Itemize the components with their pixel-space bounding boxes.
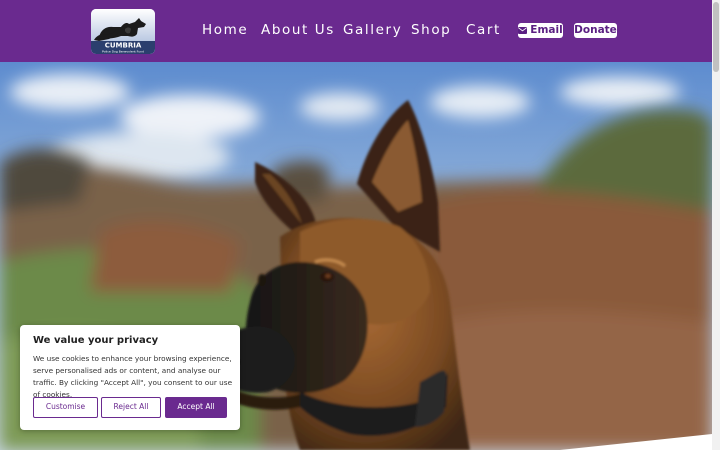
nav-about-us[interactable]: About Us bbox=[261, 22, 335, 38]
cookie-consent-banner: We value your privacy We use cookies to … bbox=[20, 325, 240, 430]
donate-button[interactable]: Donate bbox=[574, 23, 617, 38]
logo-title: CUMBRIA bbox=[105, 42, 142, 50]
nav-shop[interactable]: Shop bbox=[411, 22, 451, 38]
nav-home[interactable]: Home bbox=[202, 22, 248, 38]
page-scrollbar[interactable] bbox=[712, 0, 720, 450]
cookie-banner-title: We value your privacy bbox=[33, 335, 159, 346]
nav-cart[interactable]: Cart bbox=[466, 22, 501, 38]
site-logo[interactable]: CUMBRIA Police Dog Benevolent Fund bbox=[91, 9, 155, 54]
site-header: CUMBRIA Police Dog Benevolent Fund Home … bbox=[0, 0, 712, 62]
scrollbar-thumb[interactable] bbox=[713, 2, 719, 72]
logo-subtitle: Police Dog Benevolent Fund bbox=[102, 50, 144, 54]
accept-all-button[interactable]: Accept All bbox=[165, 397, 227, 418]
customise-button[interactable]: Customise bbox=[33, 397, 98, 418]
email-button[interactable]: Email bbox=[518, 23, 563, 38]
envelope-icon bbox=[518, 24, 528, 39]
email-label: Email bbox=[530, 24, 563, 36]
nav-gallery[interactable]: Gallery bbox=[343, 22, 402, 38]
reject-all-button[interactable]: Reject All bbox=[101, 397, 161, 418]
cookie-banner-text: We use cookies to enhance your browsing … bbox=[33, 354, 233, 399]
logo-graphic: CUMBRIA Police Dog Benevolent Fund bbox=[91, 9, 155, 54]
